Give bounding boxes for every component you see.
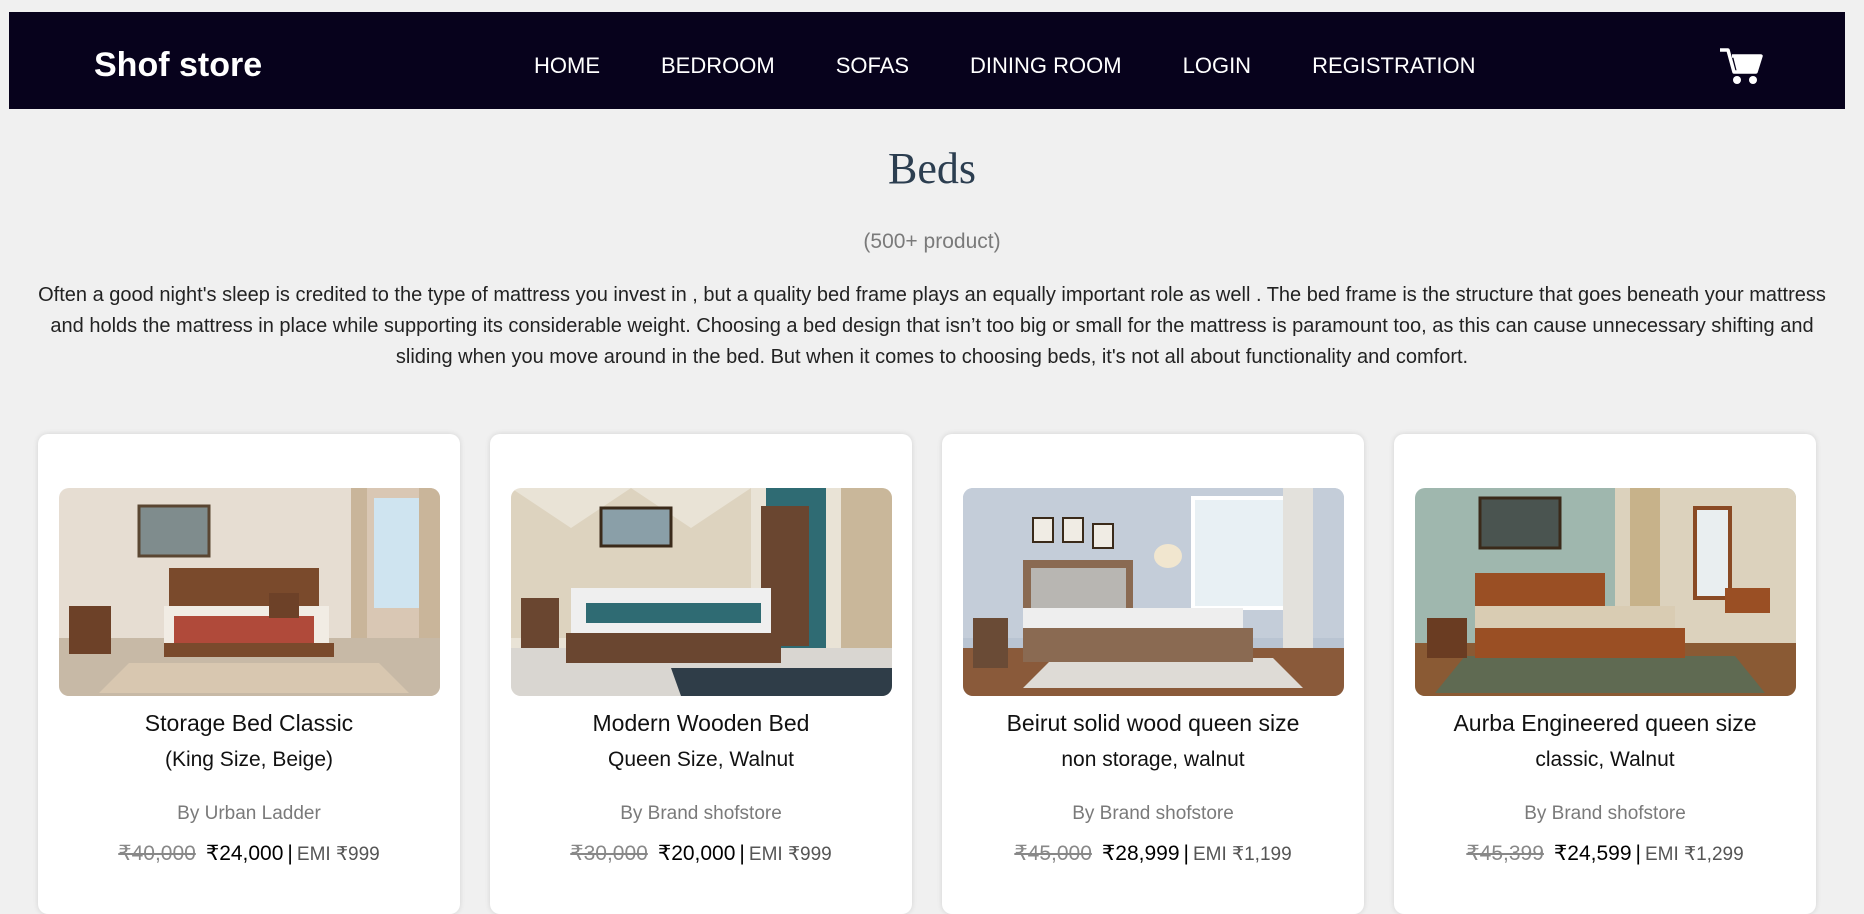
product-card[interactable]: Storage Bed Classic (King Size, Beige) B… [38, 434, 460, 914]
product-price: ₹30,000 ₹20,000 | EMI ₹999 [490, 841, 912, 866]
page-title: Beds [888, 144, 976, 193]
product-image[interactable] [511, 488, 892, 696]
emi-price: EMI ₹999 [296, 844, 380, 865]
product-variant: Queen Size, Walnut [608, 748, 794, 771]
product-variant: non storage, walnut [1061, 748, 1245, 771]
product-count: (500+ product) [863, 230, 1001, 253]
cart-icon[interactable] [1719, 46, 1763, 86]
product-brand: By Brand shofstore [1072, 803, 1234, 824]
product-card[interactable]: Beirut solid wood queen size non storage… [942, 434, 1364, 914]
product-brand: By Brand shofstore [1524, 803, 1686, 824]
nav-link-bedroom[interactable]: BEDROOM [661, 43, 775, 79]
price-separator: | [1183, 842, 1189, 865]
original-price: ₹45,000 [1014, 842, 1092, 865]
category-description: Often a good night's sleep is credited t… [38, 284, 1826, 368]
product-image[interactable] [963, 488, 1344, 696]
nav-item-login: LOGIN [1183, 43, 1312, 79]
nav-item-home: HOME [534, 43, 661, 79]
nav-link-sofas[interactable]: SOFAS [836, 43, 909, 79]
product-price: ₹45,000 ₹28,999 | EMI ₹1,199 [942, 841, 1364, 866]
nav-link-home[interactable]: HOME [534, 43, 600, 79]
product-name[interactable]: Storage Bed Classic [38, 710, 460, 737]
nav-link-dining-room[interactable]: DINING ROOM [970, 43, 1122, 79]
product-image[interactable] [59, 488, 440, 696]
navbar: Shof store HOME BEDROOM SOFAS DINING ROO… [9, 12, 1845, 109]
product-name[interactable]: Beirut solid wood queen size [942, 710, 1364, 737]
product-price: ₹45,399 ₹24,599 | EMI ₹1,299 [1394, 841, 1816, 866]
nav-item-dining-room: DINING ROOM [970, 43, 1183, 79]
original-price: ₹45,399 [1466, 842, 1544, 865]
product-image[interactable] [1415, 488, 1796, 696]
product-name[interactable]: Aurba Engineered queen size [1394, 710, 1816, 737]
brand-logo[interactable]: Shof store [94, 12, 262, 109]
price-separator: | [287, 842, 293, 865]
sale-price: ₹28,999 [1101, 842, 1180, 865]
nav-item-sofas: SOFAS [836, 43, 970, 79]
price-separator: | [1635, 842, 1641, 865]
nav-links: HOME BEDROOM SOFAS DINING ROOM LOGIN REG… [534, 12, 1536, 109]
product-price: ₹40,000 ₹24,000 | EMI ₹999 [38, 841, 460, 866]
original-price: ₹40,000 [118, 842, 196, 865]
product-name[interactable]: Modern Wooden Bed [490, 710, 912, 737]
nav-link-registration[interactable]: REGISTRATION [1312, 43, 1475, 79]
nav-link-login[interactable]: LOGIN [1183, 43, 1251, 79]
emi-price: EMI ₹1,299 [1644, 844, 1744, 865]
nav-item-registration: REGISTRATION [1312, 43, 1536, 79]
product-brand: By Urban Ladder [177, 803, 321, 824]
nav-item-bedroom: BEDROOM [661, 43, 836, 79]
product-brand: By Brand shofstore [620, 803, 782, 824]
sale-price: ₹24,599 [1553, 842, 1632, 865]
price-separator: | [739, 842, 745, 865]
product-card[interactable]: Aurba Engineered queen size classic, Wal… [1394, 434, 1816, 914]
product-card[interactable]: Modern Wooden Bed Queen Size, Walnut By … [490, 434, 912, 914]
product-variant: (King Size, Beige) [164, 748, 334, 771]
original-price: ₹30,000 [570, 842, 648, 865]
emi-price: EMI ₹1,199 [1192, 844, 1292, 865]
sale-price: ₹20,000 [657, 842, 736, 865]
product-variant: classic, Walnut [1535, 748, 1675, 771]
emi-price: EMI ₹999 [748, 844, 832, 865]
sale-price: ₹24,000 [205, 842, 284, 865]
